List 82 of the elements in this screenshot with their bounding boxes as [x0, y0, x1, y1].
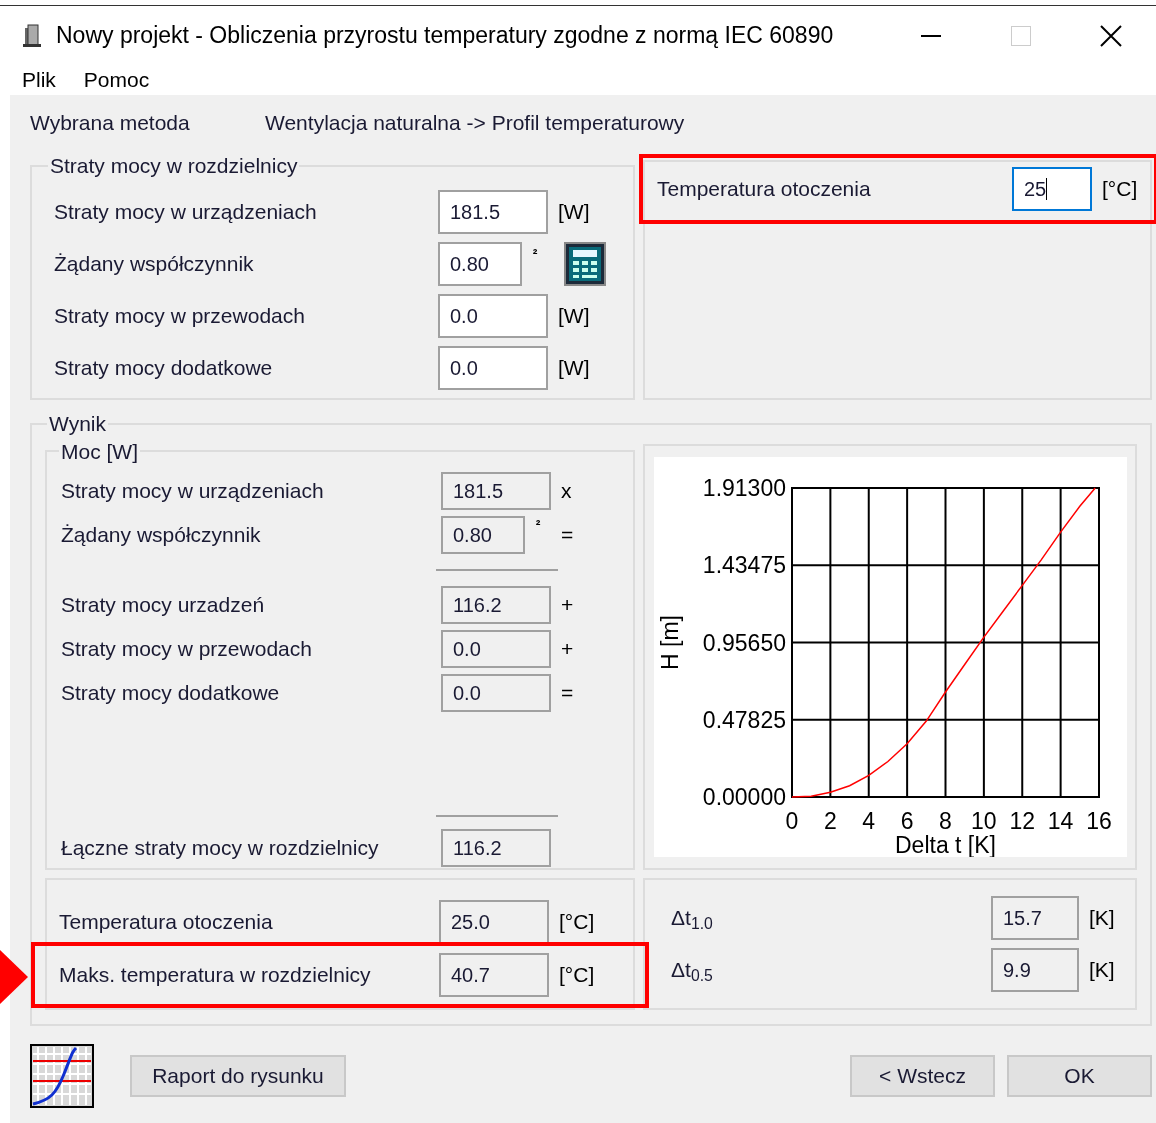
x-tick-label: 12	[1008, 807, 1035, 834]
unit-label: [W]	[558, 198, 590, 225]
x-tick-label: 10	[970, 807, 997, 834]
method-value: Wentylacja naturalna -> Profil temperaturowy	[265, 109, 685, 136]
menu-item[interactable]: Plik	[22, 64, 56, 96]
field-label: Straty mocy w urządzeniach	[54, 198, 318, 225]
field-label: Δt$_{0.5}$	[671, 956, 714, 986]
unit-label: [°C]	[559, 961, 595, 988]
operator-sign: x	[561, 478, 572, 505]
value-field: 15.7	[991, 895, 1079, 940]
exponent-mark: ²	[531, 244, 539, 264]
field-label: Łączne straty mocy w rozdzielnicy	[61, 835, 380, 862]
field-label: Straty mocy w urządzeniach	[61, 478, 325, 505]
field-label: Straty mocy dodatkowe	[61, 680, 281, 706]
value-field: 0.80	[441, 516, 525, 554]
group-title: Moc [W]	[60, 438, 139, 465]
ok-button[interactable]: OK	[1007, 1055, 1152, 1097]
field-label: Żądany współczynnik	[54, 250, 255, 277]
value-field: 116.2	[441, 585, 551, 624]
y-tick-label: 1.91300	[702, 474, 786, 501]
unit-label: [W]	[558, 302, 590, 329]
value-field: 25.0	[439, 899, 549, 944]
value-field: 0.0	[441, 629, 551, 668]
field-label: Temperatura otoczenia	[59, 908, 274, 935]
maximize-icon	[1011, 25, 1031, 46]
field-label: Żądany współczynnik	[61, 522, 262, 549]
calculator-icon	[564, 241, 606, 286]
back-button[interactable]: < Wstecz	[850, 1055, 995, 1097]
x-axis-title: Delta t [K]	[894, 831, 996, 857]
field-label: Straty mocy w przewodach	[54, 302, 306, 329]
menu-item[interactable]: Pomoc	[83, 64, 150, 96]
input-field[interactable]: 0.0	[438, 345, 548, 390]
field-label: Straty mocy dodatkowe	[54, 354, 274, 381]
y-axis-title: H [m]	[656, 614, 683, 670]
pointer-arrow-icon	[0, 949, 28, 1004]
minimize-icon	[921, 34, 941, 37]
close-icon	[1100, 24, 1122, 47]
unit-label: [°C]	[559, 908, 595, 935]
report-button[interactable]: Raport do rysunku	[130, 1055, 346, 1097]
operator-sign: =	[561, 680, 574, 706]
input-field[interactable]: 0.0	[438, 293, 548, 338]
y-tick-label: 0.47825	[702, 706, 786, 733]
exponent-mark: ²	[534, 516, 542, 535]
unit-label: [K]	[1089, 956, 1115, 983]
unit-label: [K]	[1089, 904, 1115, 931]
method-label: Wybrana metoda	[30, 109, 191, 136]
field-label: Temperatura otoczenia	[657, 176, 872, 203]
input-field[interactable]: 181.5	[438, 189, 548, 234]
field-label: Straty mocy urzadzeń	[61, 592, 266, 618]
operator-sign: =	[561, 522, 574, 549]
input-field[interactable]: 25	[1012, 167, 1092, 211]
group-title: Straty mocy w rozdzielnicy	[49, 153, 299, 179]
group-title: Wynik	[48, 411, 107, 437]
y-tick-label: 1.43475	[702, 551, 786, 578]
graph-icon	[30, 1044, 94, 1108]
x-tick-label: 8	[938, 807, 952, 834]
x-tick-label: 14	[1047, 807, 1073, 834]
graph-button[interactable]	[30, 1044, 94, 1108]
calculator-button[interactable]	[564, 241, 606, 286]
y-tick-label: 0.00000	[702, 783, 786, 810]
value-field: 181.5	[441, 472, 551, 510]
x-tick-label: 0	[785, 807, 798, 834]
x-tick-label: 16	[1085, 807, 1112, 834]
window-title: Nowy projekt - Obliczenia przyrostu temperatury zgodne z normą IEC 60890	[56, 21, 834, 51]
value-field: 40.7	[439, 952, 549, 997]
value-field: 0.0	[441, 673, 551, 712]
unit-label: [W]	[558, 354, 590, 381]
field-label: Δt$_{1.0}$	[671, 904, 714, 934]
operator-sign: +	[561, 636, 574, 662]
y-tick-label: 0.95650	[702, 629, 786, 655]
x-tick-label: 4	[861, 807, 875, 834]
text-caret	[1046, 178, 1048, 200]
value-field: 9.9	[991, 947, 1079, 992]
x-tick-label: 6	[900, 807, 913, 834]
x-tick-label: 2	[823, 807, 837, 834]
field-label: Maks. temperatura w rozdzielnicy	[59, 961, 372, 988]
operator-sign: +	[561, 592, 574, 618]
input-field[interactable]: 0.80	[438, 241, 522, 286]
unit-label: [°C]	[1102, 176, 1138, 203]
field-label: Straty mocy w przewodach	[61, 636, 313, 662]
value-field: 116.2	[441, 829, 551, 867]
app-icon	[22, 23, 42, 48]
